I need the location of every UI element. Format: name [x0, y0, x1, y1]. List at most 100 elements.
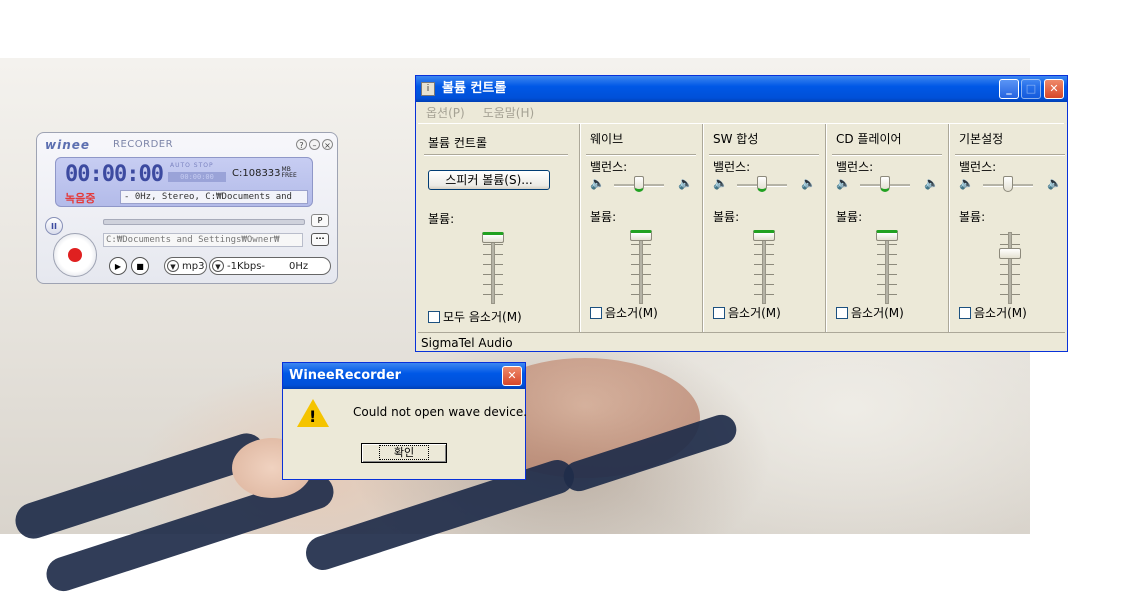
balance-slider[interactable]: 🔈 🔈 [959, 174, 1062, 194]
speaker-left-icon: 🔈 [590, 176, 605, 190]
mute-checkbox[interactable]: 음소거(M) [713, 304, 781, 321]
codec-select[interactable]: ▼ mp3 [164, 257, 207, 275]
speaker-left-icon: 🔈 [713, 176, 728, 190]
volume-window-title: 볼륨 컨트롤 [442, 81, 507, 96]
channel-cd-player: CD 플레이어 밸런스: 🔈 🔈 볼륨: 음소거(M) [825, 124, 948, 332]
menu-bar: 옵션(P) 도움말(H) [418, 103, 1065, 123]
balance-label: 밸런스: [836, 160, 874, 174]
balance-slider[interactable]: 🔈 🔈 [590, 174, 693, 194]
p-button[interactable]: P [311, 214, 329, 227]
balance-thumb[interactable] [757, 176, 767, 192]
autostop-label: AUTO STOP [170, 162, 214, 169]
channel-title: SW 합성 [713, 132, 759, 146]
stop-button[interactable]: ■ [131, 257, 149, 275]
recording-time: 00:00:00 [65, 162, 164, 187]
channel-default: 기본설정 밸런스: 🔈 🔈 볼륨: 음소거(M) [948, 124, 1065, 332]
checkbox-icon [590, 307, 602, 319]
record-button[interactable] [53, 233, 97, 277]
volume-thumb[interactable] [753, 230, 775, 241]
free-space-value: C:108333 [232, 168, 281, 179]
codec-value: mp3 [182, 261, 205, 272]
speaker-volume-button[interactable]: 스피커 볼륨(S)... [428, 170, 550, 190]
ok-label: 확인 [378, 445, 430, 460]
browse-button[interactable]: ··· [311, 233, 329, 246]
volume-thumb[interactable] [876, 230, 898, 241]
speaker-right-icon: 🔈 [924, 176, 939, 190]
minimize-button[interactable]: _ [999, 79, 1019, 99]
balance-slider[interactable]: 🔈 🔈 [713, 174, 816, 194]
menu-options[interactable]: 옵션(P) [426, 106, 465, 120]
balance-label: 밸런스: [713, 160, 751, 174]
minimize-button[interactable]: – [309, 139, 320, 150]
bitrate-select[interactable]: ▼ -1Kbps- 0Hz [209, 257, 331, 275]
volume-title-bar[interactable]: i 볼륨 컨트롤 _ □ ✕ [416, 76, 1067, 102]
winee-recorder-window: winee RECORDER ? – × 00:00:00 AUTO STOP … [36, 132, 338, 284]
divider [586, 154, 696, 155]
dialog-title-bar[interactable]: WineeRecorder ✕ [283, 363, 525, 389]
seek-bar[interactable] [103, 219, 305, 225]
divider [832, 154, 942, 155]
mute-label: 음소거(M) [851, 306, 904, 320]
maximize-button: □ [1021, 79, 1041, 99]
volume-label: 볼륨: [713, 210, 740, 224]
volume-label: 볼륨: [590, 210, 617, 224]
speaker-right-icon: 🔈 [678, 176, 693, 190]
channel-title: CD 플레이어 [836, 132, 902, 146]
mixer-panel: 볼륨 컨트롤 스피커 볼륨(S)... 볼륨: 모두 음소거(M) 웨이브 밸런… [418, 123, 1065, 332]
warning-mark: ! [309, 407, 317, 426]
divider [424, 154, 568, 155]
speaker-right-icon: 🔈 [801, 176, 816, 190]
ok-button[interactable]: 확인 [361, 443, 447, 463]
channel-wave: 웨이브 밸런스: 🔈 🔈 볼륨: 음소거(M) [579, 124, 702, 332]
bitrate-value: -1Kbps- [227, 261, 266, 272]
mute-checkbox[interactable]: 음소거(M) [959, 304, 1027, 321]
volume-label: 볼륨: [959, 210, 986, 224]
mute-all-checkbox[interactable]: 모두 음소거(M) [428, 308, 522, 325]
volume-thumb[interactable] [630, 230, 652, 241]
channel-title: 기본설정 [959, 132, 1004, 146]
mute-checkbox[interactable]: 음소거(M) [590, 304, 658, 321]
play-button[interactable]: ▶ [109, 257, 127, 275]
balance-thumb[interactable] [634, 176, 644, 192]
channel-title: 웨이브 [590, 132, 624, 146]
speaker-right-icon: 🔈 [1047, 176, 1062, 190]
volume-slider-track[interactable] [762, 232, 766, 304]
free-space: C:108333MB FREE [232, 167, 297, 180]
balance-slider[interactable]: 🔈 🔈 [836, 174, 939, 194]
help-button[interactable]: ? [296, 139, 307, 150]
dialog-title: WineeRecorder [289, 368, 402, 383]
master-volume-thumb[interactable] [482, 232, 504, 243]
menu-help[interactable]: 도움말(H) [483, 106, 535, 120]
close-button[interactable]: ✕ [502, 366, 522, 386]
volume-slider-track[interactable] [1008, 232, 1012, 304]
balance-label: 밸런스: [959, 160, 997, 174]
pause-button[interactable]: II [45, 217, 63, 235]
winee-logo-sub: RECORDER [113, 139, 174, 150]
master-column: 볼륨 컨트롤 스피커 볼륨(S)... 볼륨: 모두 음소거(M) [418, 124, 578, 332]
channel-sw-synth: SW 합성 밸런스: 🔈 🔈 볼륨: 음소거(M) [702, 124, 825, 332]
balance-thumb[interactable] [880, 176, 890, 192]
close-button[interactable]: ✕ [1044, 79, 1064, 99]
recording-status: 녹음중 [65, 192, 96, 205]
checkbox-icon [836, 307, 848, 319]
chevron-down-icon: ▼ [212, 260, 224, 272]
checkbox-icon [428, 311, 440, 323]
mute-label: 음소거(M) [728, 306, 781, 320]
speaker-left-icon: 🔈 [959, 176, 974, 190]
samplerate-value: 0Hz [289, 261, 309, 272]
volume-control-window: i 볼륨 컨트롤 _ □ ✕ 옵션(P) 도움말(H) 볼륨 컨트롤 스피커 볼륨… [415, 75, 1068, 352]
close-button[interactable]: × [322, 139, 333, 150]
save-path-field[interactable]: C:₩Documents and Settings₩Owner₩ [103, 233, 303, 247]
checkbox-icon [959, 307, 971, 319]
master-volume-label: 볼륨: [428, 212, 455, 226]
record-icon [68, 248, 82, 262]
volume-slider-track[interactable] [885, 232, 889, 304]
balance-thumb[interactable] [1003, 176, 1013, 192]
volume-slider-track[interactable] [639, 232, 643, 304]
balance-label: 밸런스: [590, 160, 628, 174]
speaker-icon: i [421, 82, 435, 96]
winee-logo: winee [45, 138, 91, 152]
volume-thumb[interactable] [999, 248, 1021, 259]
message-dialog: WineeRecorder ✕ ! Could not open wave de… [282, 362, 527, 480]
mute-checkbox[interactable]: 음소거(M) [836, 304, 904, 321]
